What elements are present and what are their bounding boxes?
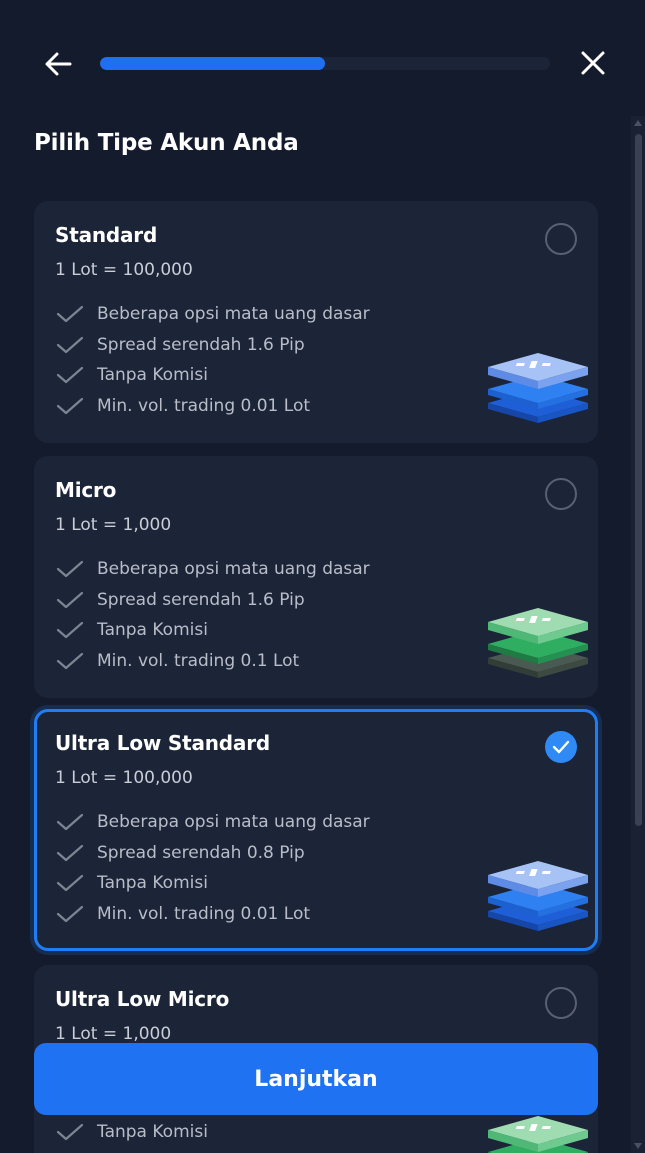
progress-fill	[100, 57, 325, 70]
check-icon	[55, 335, 85, 355]
feature-text: Spread serendah 0.8 Pip	[97, 842, 305, 863]
account-card-micro[interactable]: Micro 1 Lot = 1,000 Beberapa opsi mata uan…	[34, 456, 598, 698]
feature-item: Min. vol. trading 0.01 Lot	[55, 391, 370, 422]
account-name: Ultra Low Standard	[55, 731, 270, 755]
lot-size: 1 Lot = 1,000	[55, 1024, 172, 1044]
feature-item: Spread serendah 0.8 Pip	[55, 838, 370, 869]
feature-text: Tanpa Komisi	[97, 873, 208, 894]
radio-unchecked[interactable]	[545, 987, 577, 1019]
feature-text: Tanpa Komisi	[97, 365, 208, 386]
check-icon	[55, 559, 85, 579]
check-icon	[55, 812, 85, 832]
feature-text: Beberapa opsi mata uang dasar	[97, 812, 370, 833]
check-icon	[55, 1122, 85, 1142]
progress-bar	[100, 57, 550, 70]
arrow-left-icon	[45, 52, 72, 76]
feature-item: Spread serendah 1.6 Pip	[55, 585, 370, 616]
check-icon	[55, 620, 85, 640]
check-icon	[55, 365, 85, 385]
feature-text: Tanpa Komisi	[97, 1122, 208, 1142]
feature-text: Tanpa Komisi	[97, 620, 208, 641]
account-name: Standard	[55, 223, 158, 247]
feature-item: Tanpa Komisi	[55, 360, 370, 391]
feature-item: Tanpa Komisi	[55, 1122, 208, 1142]
back-button[interactable]	[40, 46, 76, 82]
close-icon	[581, 51, 605, 75]
feature-list: Beberapa opsi mata uang dasar Spread sere…	[55, 299, 370, 421]
check-icon	[55, 904, 85, 924]
feature-list: Beberapa opsi mata uang dasar Spread sere…	[55, 554, 370, 676]
scroll-down-arrow-icon[interactable]	[634, 1143, 642, 1149]
feature-text: Min. vol. trading 0.01 Lot	[97, 903, 311, 924]
blue-stack-icon	[486, 349, 590, 427]
close-button[interactable]	[576, 46, 610, 80]
feature-text: Beberapa opsi mata uang dasar	[97, 559, 370, 580]
feature-item: Beberapa opsi mata uang dasar	[55, 554, 370, 585]
top-bar	[0, 0, 645, 118]
green-stack-icon	[486, 1112, 590, 1153]
feature-item: Tanpa Komisi	[55, 615, 370, 646]
feature-item: Min. vol. trading 0.1 Lot	[55, 646, 370, 677]
check-icon	[55, 396, 85, 416]
radio-unchecked[interactable]	[545, 478, 577, 510]
radio-unchecked[interactable]	[545, 223, 577, 255]
feature-text: Min. vol. trading 0.1 Lot	[97, 650, 300, 671]
feature-text: Beberapa opsi mata uang dasar	[97, 304, 370, 325]
check-icon	[55, 843, 85, 863]
checkmark-icon	[552, 740, 570, 754]
feature-list: Beberapa opsi mata uang dasar Spread sere…	[55, 807, 370, 929]
feature-text: Spread serendah 1.6 Pip	[97, 334, 305, 355]
scroll-up-arrow-icon[interactable]	[634, 120, 642, 126]
account-card-ultra-low-standard[interactable]: Ultra Low Standard 1 Lot = 100,000 Beberap…	[34, 709, 598, 951]
radio-checked[interactable]	[545, 731, 577, 763]
page-title: Pilih Tipe Akun Anda	[34, 130, 299, 156]
feature-item: Min. vol. trading 0.01 Lot	[55, 899, 370, 930]
scrollbar[interactable]	[631, 116, 645, 1153]
blue-stack-icon	[486, 857, 590, 935]
lot-size: 1 Lot = 100,000	[55, 260, 193, 280]
lot-size: 1 Lot = 1,000	[55, 515, 172, 535]
check-icon	[55, 873, 85, 893]
continue-button[interactable]: Lanjutkan	[34, 1043, 598, 1115]
check-icon	[55, 651, 85, 671]
feature-item: Beberapa opsi mata uang dasar	[55, 299, 370, 330]
lot-size: 1 Lot = 100,000	[55, 768, 193, 788]
feature-text: Spread serendah 1.6 Pip	[97, 589, 305, 610]
scroll-thumb[interactable]	[635, 134, 642, 826]
feature-item: Spread serendah 1.6 Pip	[55, 330, 370, 361]
feature-item: Beberapa opsi mata uang dasar	[55, 807, 370, 838]
feature-item: Tanpa Komisi	[55, 868, 370, 899]
check-icon	[55, 590, 85, 610]
green-stack-icon	[486, 604, 590, 682]
account-name: Ultra Low Micro	[55, 987, 230, 1011]
check-icon	[55, 304, 85, 324]
account-name: Micro	[55, 478, 117, 502]
feature-text: Min. vol. trading 0.01 Lot	[97, 395, 311, 416]
account-card-standard[interactable]: Standard 1 Lot = 100,000 Beberapa opsi mat…	[34, 201, 598, 443]
